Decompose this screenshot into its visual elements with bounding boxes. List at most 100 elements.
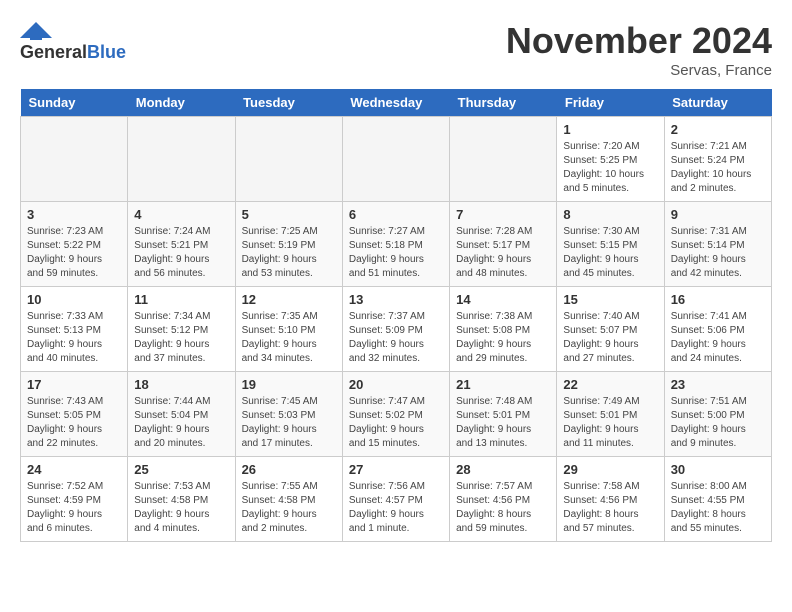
day-info: Sunrise: 7:40 AM Sunset: 5:07 PM Dayligh… (563, 310, 657, 366)
day-number: 3 (27, 207, 121, 222)
calendar-cell: 28Sunrise: 7:57 AM Sunset: 4:56 PM Dayli… (450, 457, 557, 542)
week-row-3: 10 Sunrise: 7:33 AM Sunset: 5:13 PM Dayli… (21, 287, 772, 372)
calendar-cell: 17Sunrise: 7:43 AM Sunset: 5:05 PM Dayli… (21, 372, 128, 457)
day-number: 21 (456, 377, 550, 392)
day-number: 16 (671, 292, 765, 307)
logo-icon (20, 20, 52, 42)
day-number: 26 (242, 462, 336, 477)
day-info: Sunrise: 7:30 AM Sunset: 5:15 PM Dayligh… (563, 225, 657, 281)
calendar-cell: 24 Sunrise: 7:52 AM Sunset: 4:59 PM Dayli… (21, 457, 128, 542)
day-number: 25 (134, 462, 228, 477)
calendar-cell: 6 Sunrise: 7:27 AM Sunset: 5:18 PM Daylig… (342, 202, 449, 287)
day-info: Sunrise: 7:47 AM Sunset: 5:02 PM Dayligh… (349, 395, 443, 451)
month-title: November 2024 (506, 20, 772, 62)
calendar-cell: 15 Sunrise: 7:40 AM Sunset: 5:07 PM Dayli… (557, 287, 664, 372)
day-number: 27 (349, 462, 443, 477)
calendar-cell: 9 Sunrise: 7:31 AM Sunset: 5:14 PM Daylig… (664, 202, 771, 287)
calendar-cell: 1 Sunrise: 7:20 AM Sunset: 5:25 PM Daylig… (557, 117, 664, 202)
day-info: Sunrise: 7:24 AM Sunset: 5:21 PM Dayligh… (134, 225, 228, 281)
header-monday: Monday (128, 89, 235, 117)
header-tuesday: Tuesday (235, 89, 342, 117)
day-info: Sunrise: 7:53 AM Sunset: 4:58 PM Dayligh… (134, 480, 228, 536)
day-number: 10 (27, 292, 121, 307)
calendar-cell: 8 Sunrise: 7:30 AM Sunset: 5:15 PM Daylig… (557, 202, 664, 287)
calendar-cell: 13 Sunrise: 7:37 AM Sunset: 5:09 PM Dayli… (342, 287, 449, 372)
calendar-cell (342, 117, 449, 202)
day-number: 22 (563, 377, 657, 392)
day-info: Sunrise: 7:52 AM Sunset: 4:59 PM Dayligh… (27, 480, 121, 536)
day-number: 8 (563, 207, 657, 222)
day-info: Sunrise: 7:25 AM Sunset: 5:19 PM Dayligh… (242, 225, 336, 281)
calendar-cell: 12Sunrise: 7:35 AM Sunset: 5:10 PM Dayli… (235, 287, 342, 372)
calendar-cell: 21 Sunrise: 7:48 AM Sunset: 5:01 PM Dayli… (450, 372, 557, 457)
day-info: Sunrise: 7:23 AM Sunset: 5:22 PM Dayligh… (27, 225, 121, 281)
calendar-cell: 25 Sunrise: 7:53 AM Sunset: 4:58 PM Dayli… (128, 457, 235, 542)
calendar-cell (235, 117, 342, 202)
calendar-cell (21, 117, 128, 202)
day-info: Sunrise: 7:55 AM Sunset: 4:58 PM Dayligh… (242, 480, 336, 536)
calendar-cell: 27Sunrise: 7:56 AM Sunset: 4:57 PM Dayli… (342, 457, 449, 542)
day-info: Sunrise: 7:33 AM Sunset: 5:13 PM Dayligh… (27, 310, 121, 366)
day-info: Sunrise: 7:51 AM Sunset: 5:00 PM Dayligh… (671, 395, 765, 451)
header-sunday: Sunday (21, 89, 128, 117)
day-number: 9 (671, 207, 765, 222)
day-number: 15 (563, 292, 657, 307)
day-number: 4 (134, 207, 228, 222)
calendar-cell (128, 117, 235, 202)
day-number: 5 (242, 207, 336, 222)
day-info: Sunrise: 7:38 AM Sunset: 5:08 PM Dayligh… (456, 310, 550, 366)
week-row-4: 17Sunrise: 7:43 AM Sunset: 5:05 PM Dayli… (21, 372, 772, 457)
title-area: November 2024 Servas, France (506, 20, 772, 79)
day-info: Sunrise: 7:41 AM Sunset: 5:06 PM Dayligh… (671, 310, 765, 366)
day-info: Sunrise: 7:20 AM Sunset: 5:25 PM Dayligh… (563, 140, 657, 196)
calendar-cell: 3 Sunrise: 7:23 AM Sunset: 5:22 PM Daylig… (21, 202, 128, 287)
day-info: Sunrise: 7:48 AM Sunset: 5:01 PM Dayligh… (456, 395, 550, 451)
week-row-2: 3 Sunrise: 7:23 AM Sunset: 5:22 PM Daylig… (21, 202, 772, 287)
logo: GeneralBlue (20, 20, 126, 63)
day-info: Sunrise: 7:28 AM Sunset: 5:17 PM Dayligh… (456, 225, 550, 281)
day-info: Sunrise: 7:31 AM Sunset: 5:14 PM Dayligh… (671, 225, 765, 281)
day-number: 19 (242, 377, 336, 392)
day-info: Sunrise: 7:57 AM Sunset: 4:56 PM Dayligh… (456, 480, 550, 536)
calendar-cell: 26 Sunrise: 7:55 AM Sunset: 4:58 PM Dayli… (235, 457, 342, 542)
day-info: Sunrise: 7:34 AM Sunset: 5:12 PM Dayligh… (134, 310, 228, 366)
day-info: Sunrise: 7:27 AM Sunset: 5:18 PM Dayligh… (349, 225, 443, 281)
day-number: 11 (134, 292, 228, 307)
day-number: 18 (134, 377, 228, 392)
day-info: Sunrise: 7:45 AM Sunset: 5:03 PM Dayligh… (242, 395, 336, 451)
day-number: 24 (27, 462, 121, 477)
calendar-cell: 2Sunrise: 7:21 AM Sunset: 5:24 PM Daylig… (664, 117, 771, 202)
calendar-cell: 7 Sunrise: 7:28 AM Sunset: 5:17 PM Daylig… (450, 202, 557, 287)
calendar-cell: 5 Sunrise: 7:25 AM Sunset: 5:19 PM Daylig… (235, 202, 342, 287)
day-info: Sunrise: 7:49 AM Sunset: 5:01 PM Dayligh… (563, 395, 657, 451)
calendar-cell: 18Sunrise: 7:44 AM Sunset: 5:04 PM Dayli… (128, 372, 235, 457)
day-number: 30 (671, 462, 765, 477)
day-info: Sunrise: 8:00 AM Sunset: 4:55 PM Dayligh… (671, 480, 765, 536)
day-number: 14 (456, 292, 550, 307)
day-number: 1 (563, 122, 657, 137)
header-friday: Friday (557, 89, 664, 117)
calendar-cell: 19 Sunrise: 7:45 AM Sunset: 5:03 PM Dayli… (235, 372, 342, 457)
day-number: 20 (349, 377, 443, 392)
header-wednesday: Wednesday (342, 89, 449, 117)
calendar-table: SundayMondayTuesdayWednesdayThursdayFrid… (20, 89, 772, 542)
location: Servas, France (506, 62, 772, 79)
header-row: SundayMondayTuesdayWednesdayThursdayFrid… (21, 89, 772, 117)
day-number: 17 (27, 377, 121, 392)
calendar-cell: 30 Sunrise: 8:00 AM Sunset: 4:55 PM Dayli… (664, 457, 771, 542)
day-info: Sunrise: 7:58 AM Sunset: 4:56 PM Dayligh… (563, 480, 657, 536)
day-number: 13 (349, 292, 443, 307)
calendar-cell: 11 Sunrise: 7:34 AM Sunset: 5:12 PM Dayli… (128, 287, 235, 372)
week-row-1: 1 Sunrise: 7:20 AM Sunset: 5:25 PM Daylig… (21, 117, 772, 202)
calendar-cell: 10 Sunrise: 7:33 AM Sunset: 5:13 PM Dayli… (21, 287, 128, 372)
logo-blue: Blue (87, 42, 126, 62)
day-number: 29 (563, 462, 657, 477)
day-info: Sunrise: 7:37 AM Sunset: 5:09 PM Dayligh… (349, 310, 443, 366)
day-number: 2 (671, 122, 765, 137)
day-number: 7 (456, 207, 550, 222)
day-number: 6 (349, 207, 443, 222)
logo-general: General (20, 42, 87, 62)
calendar-cell: 29 Sunrise: 7:58 AM Sunset: 4:56 PM Dayli… (557, 457, 664, 542)
calendar-cell: 22 Sunrise: 7:49 AM Sunset: 5:01 PM Dayli… (557, 372, 664, 457)
day-info: Sunrise: 7:35 AM Sunset: 5:10 PM Dayligh… (242, 310, 336, 366)
